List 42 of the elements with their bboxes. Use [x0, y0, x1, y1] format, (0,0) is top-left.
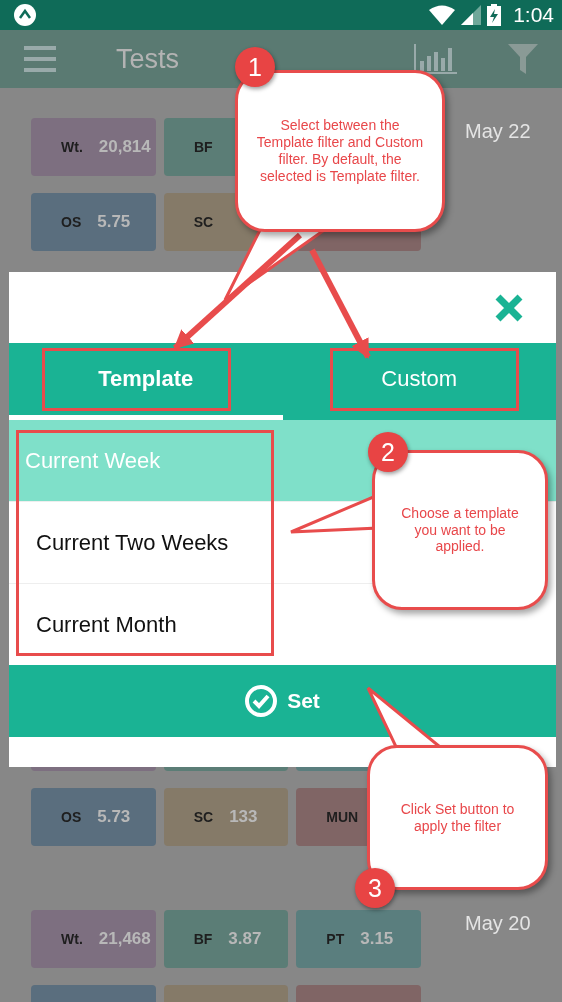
result-tile[interactable]: PT 3.15 — [296, 910, 421, 968]
tile-label: OS — [61, 214, 82, 230]
tile-label: PT — [326, 931, 345, 947]
result-tile[interactable]: OS 5.73 — [31, 788, 156, 846]
app-title: Tests — [116, 43, 180, 75]
tile-value: 5.75 — [97, 212, 131, 232]
step-number-badge: 3 — [355, 868, 395, 908]
result-tile[interactable]: BF 3.87 — [163, 910, 289, 968]
result-tile[interactable]: SC 133 — [163, 788, 289, 846]
check-circle-icon — [245, 685, 278, 717]
date-label: May 22 — [465, 120, 531, 144]
app-logo-icon — [14, 4, 36, 26]
bar-chart-icon[interactable] — [414, 44, 458, 74]
wifi-icon — [429, 5, 456, 25]
filter-tab[interactable]: Custom — [282, 343, 556, 420]
menu-icon[interactable] — [24, 45, 56, 73]
status-time: 1:04 — [513, 3, 554, 27]
tile-label: SC — [193, 809, 214, 825]
tile-label: BF — [193, 931, 213, 947]
filter-icon[interactable] — [508, 44, 538, 74]
callout-text: Choose a template you want to be applied. — [400, 504, 520, 556]
close-icon[interactable] — [495, 293, 523, 322]
tile-value: 5.73 — [97, 807, 131, 827]
tile-value: 3.15 — [360, 929, 394, 949]
tile-label: OS — [61, 809, 82, 825]
tile-value: 21,468 — [98, 929, 151, 949]
result-tile[interactable]: Wt. 21,468 — [31, 910, 156, 968]
tile-label: Wt. — [61, 139, 83, 155]
tile-label: MUN — [326, 809, 359, 825]
tile-value: 3.87 — [228, 929, 262, 949]
tile-label: SC — [193, 214, 214, 230]
tile-label: Wt. — [61, 931, 83, 947]
result-tile[interactable]: OS 5.75 — [31, 193, 156, 251]
tile-value: 133 — [229, 807, 258, 827]
signal-icon — [461, 5, 482, 25]
date-label: May 20 — [465, 912, 531, 936]
set-button[interactable]: Set — [9, 665, 556, 737]
tile-label: BF — [194, 139, 213, 155]
battery-icon — [487, 4, 502, 26]
template-option[interactable]: Current Month — [9, 584, 530, 665]
result-tile[interactable]: Wt. 20,814 — [31, 118, 156, 176]
tile-value: 20,814 — [98, 137, 151, 157]
